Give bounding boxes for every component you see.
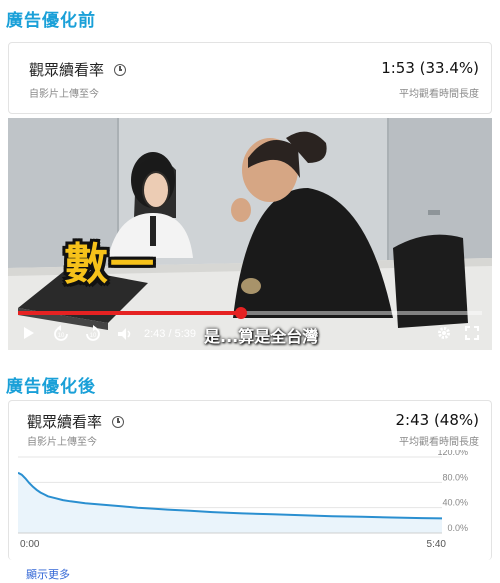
svg-text:10: 10: [58, 333, 65, 339]
video-progress-bar[interactable]: [18, 307, 482, 319]
video-caption-overlay: 數一: [64, 239, 156, 290]
metric-name: 觀眾續看率: [29, 59, 127, 80]
chart-ytick-label: 80.0%: [442, 472, 468, 482]
metric-name-label: 觀眾續看率: [29, 61, 105, 79]
clock-icon[interactable]: [112, 415, 125, 428]
clock-icon[interactable]: [114, 63, 127, 76]
retention-chart: 120.0% 80.0% 40.0% 0.0% 0:00 5:40: [17, 447, 470, 550]
video-subtitle: 是...算是全台灣: [204, 327, 319, 346]
metric-subtitle: 自影片上傳至今: [27, 437, 97, 448]
svg-text:10: 10: [90, 333, 97, 339]
chart-ytick-label: 40.0%: [442, 498, 468, 508]
metric-subtitle: 自影片上傳至今: [29, 89, 99, 100]
show-more-link[interactable]: 顯示更多: [26, 566, 70, 582]
play-icon[interactable]: [22, 325, 36, 341]
chart-ytick-label: 120.0%: [437, 450, 468, 457]
metric-name: 觀眾續看率: [27, 411, 125, 432]
chart-ytick-label: 0.0%: [447, 523, 468, 533]
retention-value-label: 平均觀看時間長度: [399, 89, 479, 100]
retention-value: 1:53 (33.4%): [381, 59, 479, 77]
metric-name-label: 觀眾續看率: [27, 413, 103, 431]
rewind-10-icon[interactable]: 10: [52, 325, 70, 343]
retention-chart-plot: 120.0% 80.0% 40.0% 0.0% 0:00 5:40: [17, 447, 468, 550]
after-section-title: 廣告優化後: [6, 377, 96, 397]
fullscreen-icon[interactable]: [464, 325, 480, 341]
before-section-title: 廣告優化前: [6, 11, 96, 31]
retention-card-before: 觀眾續看率 自影片上傳至今 1:53 (33.4%) 平均觀看時間長度: [8, 42, 492, 114]
settings-gear-icon[interactable]: [436, 325, 452, 341]
video-player[interactable]: 數一 10 10 2:43 / 5:39 是...算是全台灣: [8, 118, 492, 350]
forward-10-icon[interactable]: 10: [84, 325, 102, 343]
volume-icon[interactable]: [116, 325, 134, 343]
video-time: 2:43 / 5:39: [144, 328, 196, 340]
video-progress-fill: [18, 311, 242, 315]
chart-xtick-label: 0:00: [20, 539, 40, 550]
chart-xtick-label: 5:40: [427, 539, 447, 550]
retention-value: 2:43 (48%): [395, 411, 480, 429]
retention-value-label: 平均觀看時間長度: [399, 437, 479, 448]
